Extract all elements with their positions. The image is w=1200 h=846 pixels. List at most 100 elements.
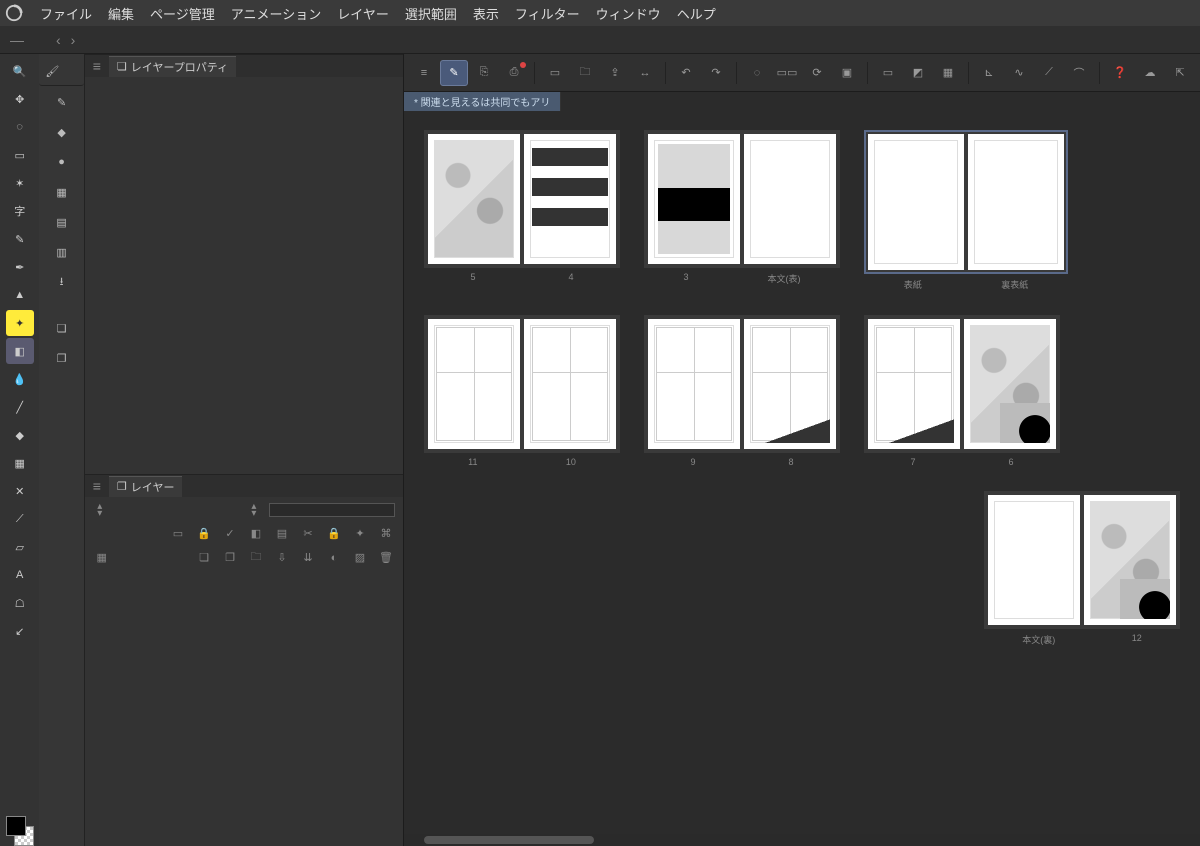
pen-icon[interactable]: ✒ [6,254,34,280]
page-spread[interactable]: 3本文(表) [644,130,840,291]
move-cube-icon[interactable]: ✥ [6,86,34,112]
page-thumbnail[interactable] [744,134,836,264]
document-tab[interactable]: * 関連と見えるは共同でもアリ [404,92,561,111]
page-thumbnail[interactable] [744,319,836,449]
panel-menu-icon[interactable]: ≡ [89,478,105,494]
color-icon[interactable]: ◧ [247,527,265,540]
menu-アニメーション[interactable]: アニメーション [223,2,329,25]
chevron-left-icon[interactable]: ‹ [54,30,63,50]
pages-icon[interactable]: ▭▭ [773,60,801,86]
menu-編集[interactable]: 編集 [100,2,142,25]
menu-ファイル[interactable]: ファイル [32,2,100,25]
app-logo-icon[interactable] [4,3,24,23]
merge-icon[interactable]: ⇊ [299,551,317,564]
fill-sel-icon[interactable]: ◩ [904,60,932,86]
correct-icon[interactable]: ↙ [6,618,34,644]
page-thumbnail[interactable] [524,134,616,264]
halftone-icon[interactable]: ▨ [351,551,369,564]
lock2-icon[interactable]: 🔒 [325,527,343,540]
balloon-icon[interactable]: ☖ [6,590,34,616]
trash-icon[interactable]: 🗑 [377,551,395,564]
list-icon[interactable]: ≡ [410,60,438,86]
edit-page-icon[interactable]: ✎ [440,60,468,86]
export-icon[interactable]: ⇪ [601,60,629,86]
path-d-icon[interactable]: ⌒ [1065,60,1093,86]
page-thumbnail[interactable] [648,319,740,449]
arrows-icon[interactable]: ↔ [631,60,659,86]
decoration-icon[interactable]: ✕ [6,478,34,504]
sel-rect-icon[interactable]: ▭ [874,60,902,86]
scrollbar-thumb[interactable] [424,836,594,844]
subtool-block-icon[interactable]: ◆ [47,118,77,146]
chevron-right-icon[interactable]: › [69,30,78,50]
page-spread[interactable]: 98 [644,315,840,467]
subtool-brush-icon[interactable]: 🖌 [39,58,83,86]
lock-icon[interactable]: 🔒 [195,527,213,540]
layer-tab[interactable]: ❐ レイヤー [109,476,183,497]
subtool-layers-add-icon[interactable]: ❏ [47,314,77,342]
wand-icon[interactable]: ✶ [6,170,34,196]
open-folder-icon[interactable]: 🗀 [571,60,599,86]
ruler-icon[interactable]: ⟋ [6,506,34,532]
magnifier-icon[interactable]: 🔍 [6,58,34,84]
line-icon[interactable]: ╱ [6,394,34,420]
menu-レイヤー[interactable]: レイヤー [329,2,397,25]
horizontal-scrollbar[interactable] [404,834,1200,846]
eyedropper-icon[interactable]: ✎ [6,226,34,252]
subtool-soft-icon[interactable]: ● [47,148,77,176]
help-icon[interactable]: ❓ [1106,60,1134,86]
page-thumbnail[interactable] [648,134,740,264]
eraser-icon[interactable]: ◧ [6,338,34,364]
check-a-icon[interactable]: ✓ [221,527,239,540]
upload-icon[interactable]: ⇱ [1166,60,1194,86]
page-thumbnail[interactable] [524,319,616,449]
path-b-icon[interactable]: ∿ [1005,60,1033,86]
crop-icon[interactable]: ▣ [833,60,861,86]
opacity-stepper[interactable]: ▴▾ [247,503,261,517]
page-spread[interactable]: 76 [864,315,1060,467]
folder-icon[interactable]: 🗀 [247,548,265,567]
binding-icon[interactable]: ⎙ [500,60,528,86]
layer-property-tab[interactable]: ❏ レイヤープロパティ [109,56,236,77]
marquee-icon[interactable]: ▭ [6,142,34,168]
text-icon[interactable]: A [6,562,34,588]
text-mask-icon[interactable]: 字 [6,198,34,224]
redo-icon[interactable]: ↷ [702,60,730,86]
fg-color-swatch[interactable] [6,816,26,836]
link-icon[interactable]: ✂ [299,527,317,540]
subtool-download-icon[interactable]: ⭳ [47,268,77,296]
page-thumbnail[interactable] [868,319,960,449]
opacity-slider[interactable] [269,503,395,517]
page-spread[interactable]: 1110 [424,315,620,467]
spread-icon[interactable]: ⎘ [470,60,498,86]
page-thumbnail[interactable] [428,319,520,449]
color-swatch[interactable] [6,816,34,846]
undo-icon[interactable]: ↶ [672,60,700,86]
page-thumbnail[interactable] [988,495,1080,625]
menu-選択範囲[interactable]: 選択範囲 [397,2,465,25]
page-thumbnail[interactable] [968,134,1064,270]
ghost-icon[interactable]: ✦ [351,527,369,540]
subtool-tone-icon[interactable]: ▦ [47,178,77,206]
page-spread[interactable]: 本文(裏)12 [984,491,1180,646]
menu-ウィンドウ[interactable]: ウィンドウ [588,2,669,25]
subtool-pen-icon[interactable]: ✎ [47,88,77,116]
panel-table-icon[interactable]: ▦ [93,551,111,564]
path-a-icon[interactable]: ⊾ [975,60,1003,86]
page-manager-view[interactable]: 543本文(表)表紙裏表紙11109876本文(裏)12 [404,110,1200,834]
page-thumbnail[interactable] [1084,495,1176,625]
new-layer-icon[interactable]: ❏ [195,551,213,564]
menu-フィルター[interactable]: フィルター [507,2,588,25]
move-down-icon[interactable]: ⇩ [273,551,291,564]
mask-b-icon[interactable]: ◐ [325,552,343,564]
subtool-layers-icon[interactable]: ❐ [47,344,77,372]
mask-a-icon[interactable]: ▤ [273,527,291,540]
page-thumbnail[interactable] [428,134,520,264]
brush-icon[interactable]: ▲ [6,282,34,308]
open-page-icon[interactable]: ▭ [541,60,569,86]
panel-menu-icon[interactable]: ≡ [89,58,105,74]
sparkle-icon[interactable]: ✦ [6,310,34,336]
opt-icon[interactable]: ▦ [934,60,962,86]
blend-stepper[interactable]: ▴▾ [93,503,107,517]
link2-icon[interactable]: ⌘ [377,527,395,540]
